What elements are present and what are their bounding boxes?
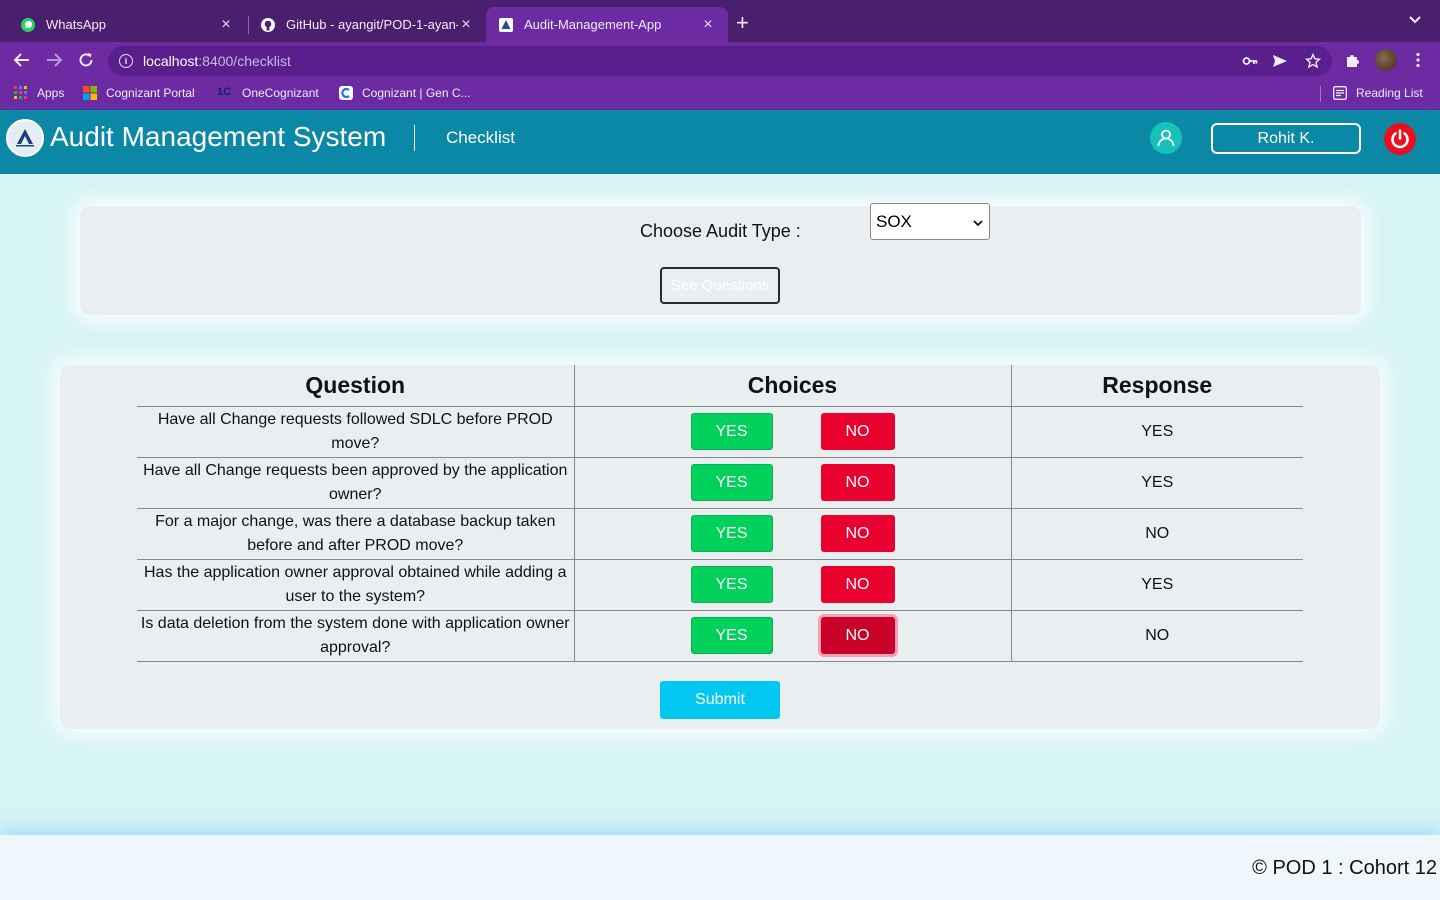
yes-button[interactable]: YES [690, 566, 773, 603]
new-tab-button[interactable]: + [736, 12, 749, 34]
table-row: For a major change, was there a database… [137, 508, 1303, 560]
audit-type-label: Choose Audit Type : [640, 221, 801, 241]
bookmark-label: OneCognizant [242, 86, 319, 100]
profile-avatar[interactable] [1375, 49, 1397, 71]
bookmark-onecognizant[interactable]: 1C OneCognizant [217, 86, 319, 100]
yes-button[interactable]: YES [690, 617, 773, 654]
bookmark-label: Apps [37, 86, 65, 100]
response-value: YES [1011, 559, 1303, 611]
close-tab-icon[interactable]: × [458, 16, 474, 34]
tab-whatsapp[interactable]: WhatsApp × [8, 7, 246, 42]
cognizant-icon [339, 86, 353, 100]
site-info-icon[interactable]: i [119, 54, 133, 68]
tab-title: GitHub - ayangit/POD-1-ayan- [286, 17, 458, 32]
checklist-card: Question Choices Response Have all Chang… [60, 365, 1380, 729]
logout-power-icon[interactable] [1384, 123, 1416, 155]
back-icon[interactable] [10, 48, 34, 72]
bookmarks-bar: Apps Cognizant Portal 1C OneCognizant Co… [0, 78, 1440, 110]
question-text: Is data deletion from the system done wi… [137, 610, 575, 662]
bookmark-cognizant-portal[interactable]: Cognizant Portal [83, 86, 195, 100]
choices-cell: YES NO [574, 457, 1012, 509]
browser-menu-icon[interactable] [1408, 50, 1428, 70]
table-row: Is data deletion from the system done wi… [137, 610, 1303, 662]
tab-github[interactable]: GitHub - ayangit/POD-1-ayan- × [248, 7, 486, 42]
footer-copyright: © POD 1 : Cohort 12 [1252, 857, 1437, 879]
response-value: YES [1011, 406, 1303, 458]
question-header: Question [137, 365, 575, 407]
extensions-puzzle-icon[interactable] [1343, 50, 1363, 70]
see-questions-button[interactable]: See Questions [660, 267, 780, 304]
nav-checklist-link[interactable]: Checklist [446, 128, 515, 148]
app-favicon [498, 17, 514, 33]
no-button[interactable]: NO [820, 464, 895, 501]
question-text: For a major change, was there a database… [137, 508, 575, 560]
reading-list-icon [1333, 86, 1347, 100]
yes-button[interactable]: YES [690, 413, 773, 450]
bookmark-label: Cognizant | Gen C... [362, 86, 471, 100]
table-row: Have all Change requests been approved b… [137, 457, 1303, 509]
app-header: Audit Management System Checklist Rohit … [0, 110, 1440, 174]
no-button[interactable]: NO [820, 566, 895, 603]
audit-type-select[interactable]: SOX [870, 203, 990, 240]
reading-list-button[interactable]: Reading List [1333, 86, 1423, 100]
header-divider [414, 125, 415, 151]
send-icon[interactable] [1272, 53, 1288, 72]
no-button[interactable]: NO [820, 413, 895, 450]
footer: © POD 1 : Cohort 12 [0, 835, 1440, 900]
yes-button[interactable]: YES [690, 464, 773, 501]
close-tab-icon[interactable]: × [700, 16, 716, 34]
choices-cell: YES NO [574, 610, 1012, 662]
tab-audit-management-app[interactable]: Audit-Management-App × [486, 7, 728, 42]
chevron-down-icon [973, 212, 983, 232]
response-value: NO [1011, 610, 1303, 662]
audit-type-selected-value: SOX [876, 211, 912, 231]
response-header: Response [1011, 365, 1303, 407]
response-value: YES [1011, 457, 1303, 509]
browser-toolbar: i localhost:8400/checklist [0, 42, 1440, 78]
browser-tab-bar: WhatsApp × GitHub - ayangit/POD-1-ayan- … [0, 0, 1440, 42]
user-avatar-icon[interactable] [1150, 122, 1182, 154]
forward-icon[interactable] [42, 48, 66, 72]
bookmarks-divider [1320, 86, 1321, 102]
github-icon [260, 17, 276, 33]
url-host: localhost [143, 53, 199, 69]
bookmark-cognizant-gen-c[interactable]: Cognizant | Gen C... [339, 86, 471, 100]
table-row: Has the application owner approval obtai… [137, 559, 1303, 611]
tab-title: Audit-Management-App [524, 17, 662, 32]
question-text: Have all Change requests followed SDLC b… [137, 406, 575, 458]
choices-cell: YES NO [574, 508, 1012, 560]
tab-title: WhatsApp [46, 17, 106, 32]
windows-logo-icon [83, 86, 97, 100]
bookmark-star-icon[interactable] [1304, 52, 1322, 72]
choices-header: Choices [574, 365, 1012, 407]
user-name-button[interactable]: Rohit K. [1211, 123, 1361, 154]
url-path: :8400/checklist [198, 53, 291, 69]
choices-cell: YES NO [574, 406, 1012, 458]
close-tab-icon[interactable]: × [218, 16, 234, 34]
checklist-table: Question Choices Response Have all Chang… [137, 365, 1303, 662]
tab-search-chevron-icon[interactable] [1409, 13, 1421, 28]
onecognizant-icon: 1C [217, 86, 232, 98]
bookmark-apps[interactable]: Apps [14, 86, 64, 100]
whatsapp-icon [20, 17, 36, 33]
table-header-row: Question Choices Response [137, 365, 1303, 407]
no-button[interactable]: NO [820, 515, 895, 552]
no-button[interactable]: NO [820, 617, 895, 654]
reload-icon[interactable] [74, 48, 98, 72]
apps-grid-icon [14, 86, 28, 100]
reading-list-label: Reading List [1356, 86, 1423, 100]
question-text: Has the application owner approval obtai… [137, 559, 575, 611]
response-value: NO [1011, 508, 1303, 560]
yes-button[interactable]: YES [690, 515, 773, 552]
table-row: Have all Change requests followed SDLC b… [137, 406, 1303, 458]
audit-type-card: Choose Audit Type : SOX See Questions [80, 203, 1361, 315]
app-title: Audit Management System [50, 121, 387, 152]
submit-button[interactable]: Submit [660, 681, 780, 719]
app-logo [6, 119, 44, 157]
address-bar[interactable]: i localhost:8400/checklist [108, 46, 1332, 76]
key-icon[interactable] [1242, 53, 1258, 72]
choices-cell: YES NO [574, 559, 1012, 611]
question-text: Have all Change requests been approved b… [137, 457, 575, 509]
bookmark-label: Cognizant Portal [106, 86, 195, 100]
